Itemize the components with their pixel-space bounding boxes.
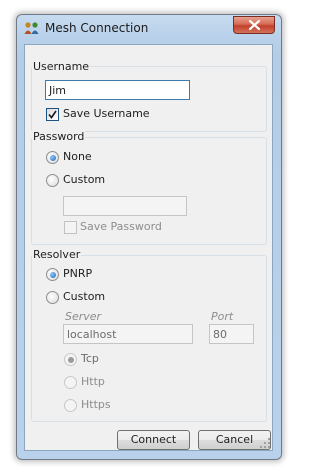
dialog-window: Mesh Connection Username Jim Save Userna… xyxy=(16,14,282,460)
password-input[interactable] xyxy=(63,196,187,216)
port-input[interactable]: 80 xyxy=(209,324,254,344)
close-button[interactable] xyxy=(233,16,275,34)
username-input[interactable]: Jim xyxy=(45,80,190,100)
close-icon xyxy=(249,20,260,30)
resize-grip-icon[interactable] xyxy=(260,438,270,448)
protocol-https-radio[interactable] xyxy=(64,399,77,412)
protocol-http-label: Http xyxy=(81,375,105,388)
dialog-client-area: Username Jim Save Username Password None… xyxy=(24,44,273,451)
save-username-checkbox[interactable] xyxy=(46,108,59,121)
server-input[interactable]: localhost xyxy=(63,324,193,344)
protocol-https-label: Https xyxy=(81,398,111,411)
connect-button[interactable]: Connect xyxy=(117,430,190,450)
save-password-label: Save Password xyxy=(80,220,162,233)
checkmark-icon xyxy=(48,110,57,119)
server-label: Server xyxy=(65,310,102,323)
password-custom-label: Custom xyxy=(63,173,106,186)
mesh-app-icon xyxy=(24,22,39,34)
username-group-label: Username xyxy=(32,60,91,73)
password-custom-radio[interactable] xyxy=(46,174,59,187)
port-label: Port xyxy=(211,310,234,323)
resolver-group-label: Resolver xyxy=(32,248,82,261)
protocol-tcp-label: Tcp xyxy=(81,352,99,365)
protocol-tcp-radio[interactable] xyxy=(64,353,77,366)
password-none-radio[interactable] xyxy=(46,151,59,164)
password-group-label: Password xyxy=(32,130,86,143)
resolver-pnrp-label: PNRP xyxy=(63,267,93,280)
save-password-checkbox[interactable] xyxy=(64,221,77,234)
resolver-custom-radio[interactable] xyxy=(46,291,59,304)
password-none-label: None xyxy=(63,150,92,163)
resolver-custom-label: Custom xyxy=(63,290,106,303)
resolver-pnrp-radio[interactable] xyxy=(46,268,59,281)
window-title: Mesh Connection xyxy=(45,21,149,35)
save-username-label: Save Username xyxy=(63,107,150,120)
protocol-http-radio[interactable] xyxy=(64,376,77,389)
